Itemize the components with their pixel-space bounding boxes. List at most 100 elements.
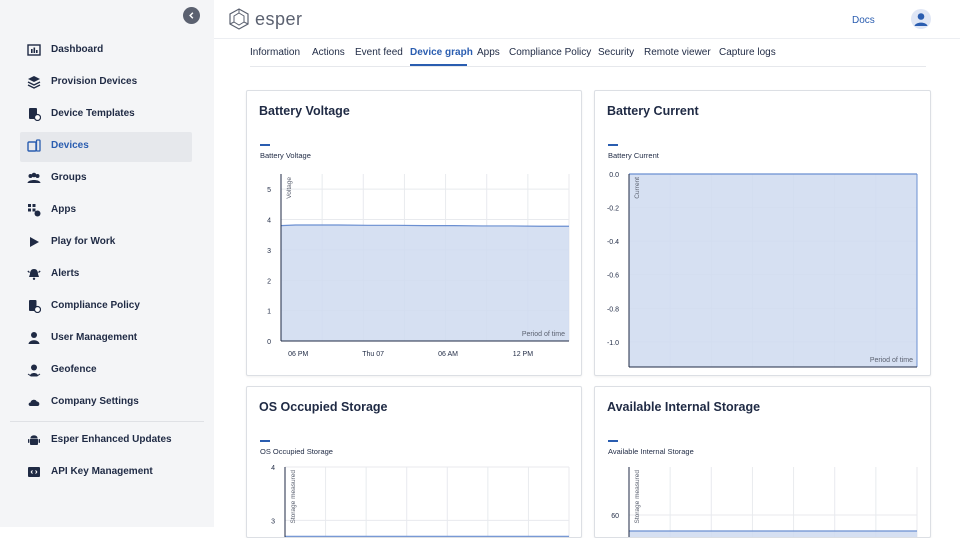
x-tick-label: 06 PM [288, 351, 308, 358]
avatar[interactable] [911, 9, 931, 29]
sidebar-item-compliance-policy[interactable]: Compliance Policy [20, 292, 192, 322]
sidebar-item-device-templates[interactable]: Device Templates [20, 100, 192, 130]
esper-logo[interactable]: esper [228, 8, 303, 30]
sidebar-item-label: Devices [51, 140, 89, 151]
esper-logo-icon [229, 8, 249, 30]
sidebar-item-provision-devices[interactable]: Provision Devices [20, 68, 192, 98]
x-tick-label: 06 AM [438, 351, 458, 358]
sidebar-item-api-key-management[interactable]: API Key Management [20, 458, 192, 488]
y-tick-label: 2 [267, 278, 271, 285]
sidebar-item-label: User Management [51, 332, 138, 343]
sidebar-item-play-for-work[interactable]: Play for Work [20, 228, 192, 258]
series-area[interactable] [281, 225, 569, 341]
y-axis-title: Current [634, 177, 641, 199]
sidebar-item-label: Dashboard [51, 44, 104, 55]
sidebar-item-label: Compliance Policy [51, 300, 140, 311]
sidebar-item-esper-enhanced-updates[interactable]: Esper Enhanced Updates [20, 426, 192, 456]
devices-icon [27, 139, 41, 152]
logo-text: esper [255, 8, 303, 29]
y-tick-label: -0.4 [607, 239, 619, 246]
y-axis-title: Storage measured [634, 470, 641, 524]
dashboard-icon [27, 44, 41, 56]
top-bar: esper Docs [214, 0, 960, 39]
tab-remote-viewer[interactable]: Remote viewer [644, 47, 711, 58]
sidebar-item-label: Esper Enhanced Updates [51, 434, 172, 445]
y-tick-label: 0 [267, 339, 271, 346]
sidebar-item-label: Company Settings [51, 396, 139, 407]
device-tabs: Information Actions Event feed Device graph… [250, 46, 926, 67]
sidebar-item-geofence[interactable]: Geofence [20, 356, 192, 386]
sidebar-item-alerts[interactable]: Alerts [20, 260, 192, 290]
cloud-icon [28, 399, 40, 406]
y-tick-label: 4 [271, 465, 275, 472]
y-tick-label: 60 [611, 513, 619, 520]
tab-information[interactable]: Information [250, 47, 300, 58]
battery-current-card: Battery Current Battery Current 0.0 -0.2-… [594, 90, 931, 376]
series-area[interactable] [629, 174, 917, 367]
y-tick-label: 0.0 [609, 172, 619, 179]
template-icon [29, 108, 41, 121]
user-icon [28, 332, 40, 344]
sidebar-item-label: Apps [51, 204, 76, 215]
groups-icon [27, 172, 41, 183]
sidebar: Dashboard Provision Devices Device Templat… [0, 0, 214, 527]
available-internal-storage-chart: 60 Storage measured [611, 467, 918, 537]
sidebar-item-label: Alerts [51, 268, 80, 279]
user-avatar-icon [914, 13, 928, 26]
collapse-sidebar-button[interactable] [183, 7, 200, 24]
android-icon [28, 435, 40, 445]
x-axis-title: Period of time [522, 331, 565, 338]
y-tick-label: 1 [267, 309, 271, 316]
apps-icon [28, 204, 41, 217]
y-tick-label: -1.0 [607, 340, 619, 347]
tab-apps[interactable]: Apps [477, 47, 500, 58]
sidebar-item-label: API Key Management [51, 466, 153, 477]
layers-icon [27, 76, 41, 89]
tab-device-graph[interactable]: Device graph [410, 47, 473, 58]
battery-voltage-card: Battery Voltage Battery Voltage 0 1 2 3 4 5 Vo… [246, 90, 582, 376]
battery-current-chart: 0.0-0.2-0.4-0.6-0.8-1.0Current06 PMThu 0… [607, 172, 918, 368]
docs-link[interactable]: Docs [852, 15, 875, 26]
api-key-icon [28, 467, 40, 477]
x-tick-label: Thu 07 [362, 351, 384, 358]
sidebar-item-label: Device Templates [51, 108, 135, 119]
sidebar-item-devices[interactable]: Devices [20, 132, 192, 162]
y-axis-title: Voltage [286, 177, 293, 199]
sidebar-item-company-settings[interactable]: Company Settings [20, 388, 192, 418]
sidebar-item-label: Provision Devices [51, 76, 138, 87]
y-axis-title: Storage measured [290, 470, 297, 524]
sidebar-item-user-management[interactable]: User Management [20, 324, 192, 354]
chevron-left-icon [189, 12, 194, 19]
sidebar-item-label: Groups [51, 172, 87, 183]
sidebar-item-groups[interactable]: Groups [20, 164, 192, 194]
alert-icon [27, 269, 41, 280]
y-tick-label: 4 [267, 218, 271, 225]
sidebar-item-dashboard[interactable]: Dashboard [20, 36, 192, 66]
active-tab-underline [410, 64, 467, 66]
x-axis-title: Period of time [870, 357, 913, 364]
series-area[interactable] [629, 531, 917, 537]
y-tick-label: -0.6 [607, 273, 619, 280]
available-internal-storage-card: Available Internal Storage Available Int… [594, 386, 931, 538]
y-tick-label: 3 [267, 248, 271, 255]
compliance-icon [29, 300, 41, 313]
y-tick-label: 5 [267, 187, 271, 194]
sidebar-divider [10, 421, 204, 422]
sidebar-item-apps[interactable]: Apps [20, 196, 192, 226]
play-icon [30, 237, 39, 247]
sidebar-item-label: Play for Work [51, 236, 116, 247]
y-tick-label: 3 [271, 518, 275, 525]
battery-voltage-chart: 0 1 2 3 4 5 Voltage 06 PM Thu 07 06 AM 12 PM Period… [267, 174, 570, 358]
os-occupied-storage-card: OS Occupied Storage OS Occupied Storage … [246, 386, 582, 538]
sidebar-item-label: Geofence [51, 364, 97, 375]
tab-compliance-policy[interactable]: Compliance Policy [509, 47, 591, 58]
os-occupied-storage-chart: 4 3 Storage measured [271, 465, 570, 537]
tab-capture-logs[interactable]: Capture logs [719, 47, 776, 58]
y-tick-label: -0.8 [607, 306, 619, 313]
tab-security[interactable]: Security [598, 47, 634, 58]
tab-actions[interactable]: Actions [312, 47, 345, 58]
y-tick-label: -0.2 [607, 206, 619, 213]
x-tick-label: 12 PM [513, 351, 533, 358]
geofence-icon [27, 364, 41, 377]
tab-event-feed[interactable]: Event feed [355, 47, 403, 58]
